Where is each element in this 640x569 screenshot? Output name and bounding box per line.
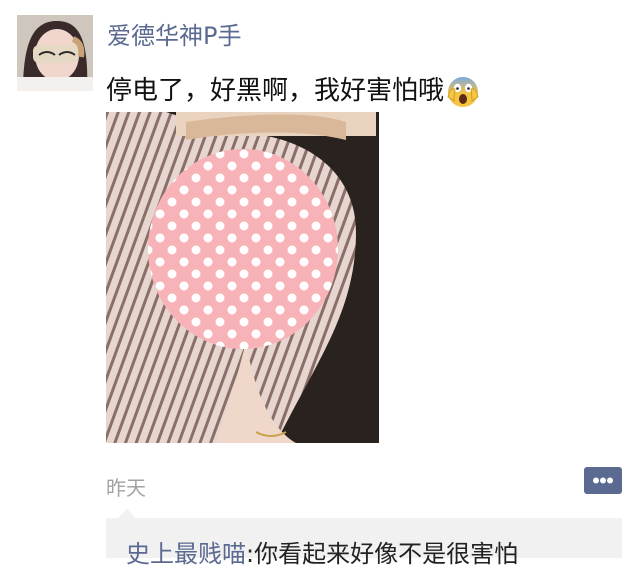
comment-separator: : (246, 540, 255, 568)
post-text: 停电了，好黑啊，我好害怕哦 (106, 70, 480, 109)
post-author-name[interactable]: 爱德华神P手 (107, 16, 241, 51)
avatar[interactable] (17, 15, 93, 91)
screaming-face-emoji-icon (446, 75, 480, 109)
post-text-content: 停电了，好黑啊，我好害怕哦 (106, 76, 445, 106)
ellipsis-comment-icon (593, 477, 613, 484)
avatar-image (17, 15, 93, 91)
post-timestamp: 昨天 (106, 476, 146, 500)
more-actions-button[interactable] (584, 467, 622, 494)
comment-author[interactable]: 史上最贱喵 (126, 540, 246, 568)
post-photo[interactable] (106, 112, 379, 443)
comment-item[interactable]: 史上最贱喵:你看起来好像不是很害怕 (126, 534, 518, 569)
comment-list: 史上最贱喵:你看起来好像不是很害怕 (106, 509, 622, 568)
comment-text: 你看起来好像不是很害怕 (254, 540, 519, 568)
post-photo-image (106, 112, 379, 443)
